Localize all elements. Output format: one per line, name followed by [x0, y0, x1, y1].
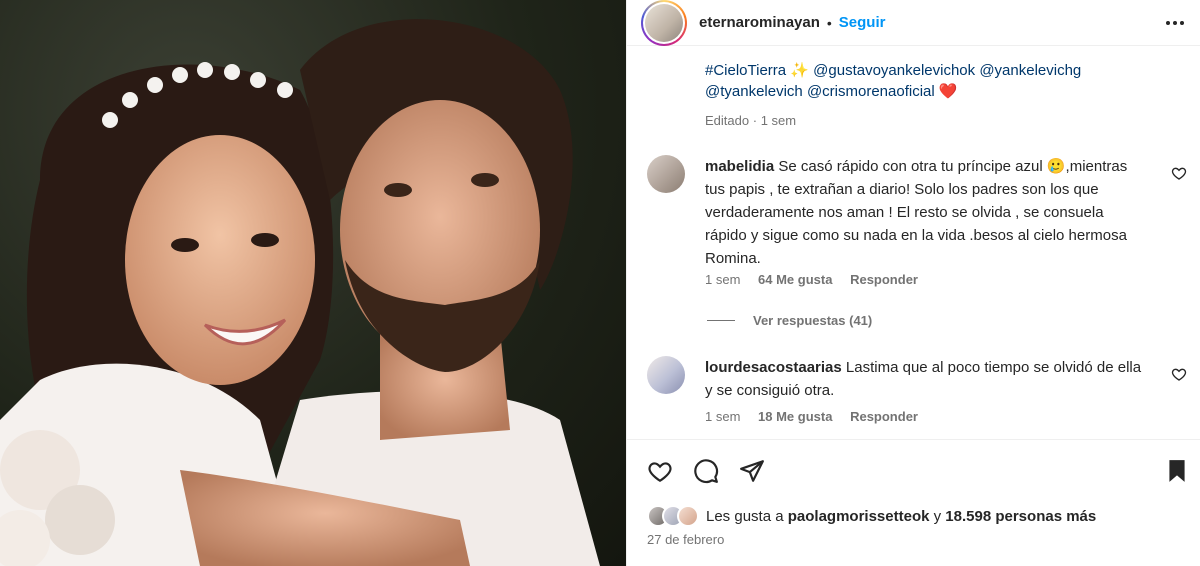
comment-avatar[interactable]	[647, 356, 685, 394]
comment-body: mabelidia Se casó rápido con otra tu prí…	[705, 155, 1145, 270]
liker-avatar	[677, 505, 699, 527]
post-details-panel: eternarominayan • Seguir #CieloTierra ✨ …	[626, 0, 1200, 566]
bookmark-icon[interactable]	[1164, 458, 1190, 484]
mention-link[interactable]: @yankelevichg	[979, 62, 1081, 79]
caption-time[interactable]: 1 sem	[761, 113, 796, 128]
likes-mid: y	[933, 507, 942, 525]
author-username[interactable]: eternarominayan	[699, 14, 820, 31]
comment-time[interactable]: 1 sem	[705, 409, 740, 424]
comment-body: lourdesacostaarias Lastima que al poco t…	[705, 356, 1145, 402]
mention-link[interactable]: @tyankelevich	[705, 83, 803, 100]
post-header: eternarominayan • Seguir	[627, 0, 1200, 46]
comment-likes[interactable]: 64 Me gusta	[758, 272, 832, 287]
sparkle-emoji: ✨	[790, 62, 809, 79]
post-caption: #CieloTierra ✨ @gustavoyankelevichok @ya…	[705, 47, 1165, 102]
reply-button[interactable]: Responder	[850, 409, 918, 424]
comment-item: lourdesacostaarias Lastima que al poco t…	[647, 356, 1187, 436]
couple-photo-illustration	[0, 19, 600, 566]
comment-username[interactable]: mabelidia	[705, 158, 774, 175]
comment-username[interactable]: lourdesacostaarias	[705, 359, 842, 376]
replies-line	[707, 320, 735, 321]
post-actions-bar: Les gusta a paolagmorissetteok y 18.598 …	[627, 439, 1200, 566]
mention-link[interactable]: @crismorenaoficial	[807, 83, 935, 100]
meta-separator: ·	[752, 113, 758, 128]
comment-item: mabelidia Se casó rápido con otra tu prí…	[647, 155, 1187, 335]
view-replies-label: Ver respuestas (41)	[753, 313, 873, 328]
heart-icon[interactable]	[647, 458, 673, 484]
likes-summary: Les gusta a paolagmorissetteok y 18.598 …	[647, 505, 1096, 527]
post-date[interactable]: 27 de febrero	[647, 532, 724, 547]
comments-scroll-area[interactable]: #CieloTierra ✨ @gustavoyankelevichok @ya…	[627, 47, 1200, 439]
comment-icon[interactable]	[693, 458, 719, 484]
send-icon[interactable]	[739, 458, 765, 484]
mention-link[interactable]: @gustavoyankelevichok	[813, 62, 975, 79]
post-photo[interactable]	[0, 0, 626, 566]
more-horizontal-icon[interactable]	[1163, 11, 1187, 35]
separator-dot: •	[826, 14, 832, 31]
avatar	[645, 3, 683, 42]
hashtag-link[interactable]: #CieloTierra	[705, 62, 786, 79]
heart-icon[interactable]	[1171, 165, 1187, 181]
heart-emoji: ❤️	[938, 83, 958, 100]
comment-avatar[interactable]	[647, 155, 685, 193]
liker-username[interactable]: paolagmorissetteok	[788, 508, 930, 525]
caption-meta: Editado · 1 sem	[705, 113, 796, 128]
comment-likes[interactable]: 18 Me gusta	[758, 409, 832, 424]
edited-label: Editado	[705, 113, 750, 128]
comment-actions: 1 sem 18 Me gusta Responder	[705, 409, 932, 424]
reply-button[interactable]: Responder	[850, 272, 918, 287]
view-replies-button[interactable]: Ver respuestas (41)	[707, 313, 872, 328]
story-ring[interactable]	[641, 0, 687, 46]
likes-prefix: Les gusta a	[706, 507, 784, 525]
comment-actions: 1 sem 64 Me gusta Responder	[705, 272, 932, 287]
likes-text: Les gusta a paolagmorissetteok y 18.598 …	[706, 508, 1096, 525]
follow-button[interactable]: Seguir	[839, 14, 886, 31]
comment-time[interactable]: 1 sem	[705, 272, 740, 287]
heart-icon[interactable]	[1171, 366, 1187, 382]
likes-count[interactable]: 18.598 personas más	[945, 508, 1096, 525]
